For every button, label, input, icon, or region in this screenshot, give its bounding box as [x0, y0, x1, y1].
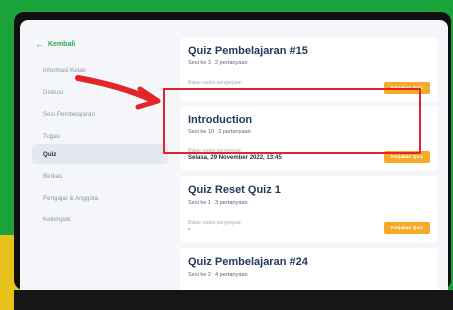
arrow-left-icon: ←: [35, 39, 44, 49]
quiz-title: Quiz Reset Quiz 1: [188, 184, 281, 196]
sidebar-item-quiz[interactable]: Quiz: [32, 144, 168, 164]
quiz-card: Introduction Sesi ke 10 3 pertanyaan Bata…: [180, 106, 438, 170]
sidebar: ← Kembali Informasi Kelas Diskusi Sesi P…: [20, 20, 175, 290]
quiz-title: Introduction: [188, 114, 253, 126]
start-quiz-button[interactable]: Kerjakan Quiz: [384, 82, 430, 94]
sidebar-item-kelompok[interactable]: Kelompok: [32, 209, 168, 229]
sidebar-item-informasi-kelas[interactable]: Informasi Kelas: [32, 60, 168, 80]
deadline-label: Batas waktu pengerjaan: [188, 80, 242, 86]
quiz-meta: Sesi ke 13 pertanyaan: [188, 200, 248, 206]
deadline-value: -: [188, 227, 190, 233]
device-bezel: [14, 290, 453, 310]
sidebar-item-tugas[interactable]: Tugas: [32, 126, 168, 146]
app-window: ← Kembali Informasi Kelas Diskusi Sesi P…: [20, 20, 448, 290]
deadline-value: Selasa, 29 November 2022, 13:45: [188, 155, 282, 161]
deadline-label: Batas waktu pengerjaan: [188, 220, 242, 226]
quiz-meta: Sesi ke 10 3 pertanyaan: [188, 129, 251, 135]
sidebar-item-diskusi[interactable]: Diskusi: [32, 82, 168, 102]
sidebar-item-pengajar-anggota[interactable]: Pengajar & Anggota: [32, 188, 168, 208]
quiz-meta: Sesi ke 24 pertanyaan: [188, 272, 248, 278]
sidebar-item-sesi-pembelajaran[interactable]: Sesi Pembelajaran: [32, 104, 168, 124]
quiz-card: Quiz Pembelajaran #24 Sesi ke 24 pertany…: [180, 248, 438, 290]
quiz-title: Quiz Pembelajaran #15: [188, 45, 308, 57]
start-quiz-button[interactable]: Kerjakan Quiz: [384, 222, 430, 234]
deadline-value: -: [188, 87, 190, 93]
sidebar-item-berkas[interactable]: Berkas: [32, 166, 168, 186]
quiz-title: Quiz Pembelajaran #24: [188, 256, 308, 268]
quiz-meta: Sesi ke 32 pertanyaan: [188, 60, 248, 66]
start-quiz-button[interactable]: Kerjakan Quiz: [384, 151, 430, 163]
quiz-card: Quiz Reset Quiz 1 Sesi ke 13 pertanyaan …: [180, 176, 438, 242]
deadline-label: Batas waktu pengerjaan: [188, 148, 242, 154]
back-label: Kembali: [48, 41, 76, 48]
back-link[interactable]: ← Kembali: [35, 40, 75, 49]
quiz-card: Quiz Pembelajaran #15 Sesi ke 32 pertany…: [180, 38, 438, 102]
